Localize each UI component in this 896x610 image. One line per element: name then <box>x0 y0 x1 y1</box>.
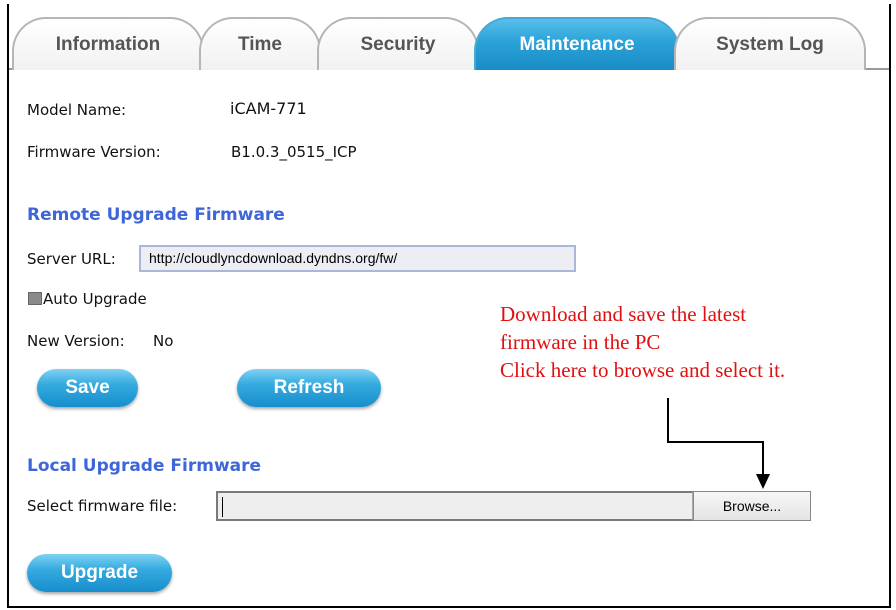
select-firmware-label: Select firmware file: <box>27 497 178 515</box>
remote-upgrade-title: Remote Upgrade Firmware <box>27 205 285 225</box>
auto-upgrade-label: Auto Upgrade <box>43 290 147 308</box>
local-upgrade-title: Local Upgrade Firmware <box>27 456 262 476</box>
tab-system-log[interactable]: System Log <box>674 17 866 70</box>
firmware-version-value: B1.0.3_0515_ICP <box>231 143 357 161</box>
server-url-input[interactable]: http://cloudlyncdownload.dyndns.org/fw/ <box>139 245 576 272</box>
firmware-version-label: Firmware Version: <box>27 143 161 161</box>
new-version-value: No <box>153 332 174 350</box>
arrow-down-icon <box>756 474 770 489</box>
refresh-button[interactable]: Refresh <box>237 369 381 407</box>
new-version-label: New Version: <box>27 332 125 350</box>
tab-security[interactable]: Security <box>317 17 479 70</box>
annotation-arrow-bar <box>667 441 764 443</box>
annotation-callout: Download and save the latest firmware in… <box>500 300 890 384</box>
browse-button[interactable]: Browse... <box>693 491 811 521</box>
annotation-line-1: Download and save the latest <box>500 302 747 326</box>
upgrade-button[interactable]: Upgrade <box>27 554 172 592</box>
firmware-file-input[interactable] <box>216 491 693 521</box>
model-name-value: iCAM-771 <box>230 99 307 118</box>
tab-maintenance[interactable]: Maintenance <box>474 17 680 70</box>
model-name-label: Model Name: <box>27 101 127 119</box>
auto-upgrade-checkbox[interactable] <box>28 292 42 305</box>
annotation-arrow-drop <box>762 441 764 477</box>
save-button[interactable]: Save <box>37 369 138 407</box>
server-url-label: Server URL: <box>27 250 116 268</box>
annotation-line-3: Click here to browse and select it. <box>500 358 786 382</box>
tab-information[interactable]: Information <box>12 17 204 70</box>
annotation-line-2: firmware in the PC <box>500 330 661 354</box>
text-cursor <box>222 497 223 517</box>
tab-time[interactable]: Time <box>199 17 321 70</box>
annotation-arrow-stem <box>667 398 669 443</box>
